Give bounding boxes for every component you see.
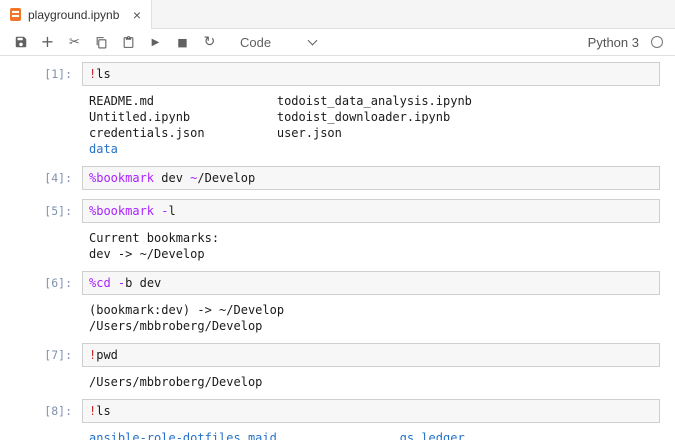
code-token: dev [154,171,190,185]
restart-kernel-button[interactable]: ↻ [197,30,222,54]
output-line: credentials.json user.json [89,125,675,141]
code-token: l [169,204,176,218]
code-token: %bookmark [89,204,154,218]
code-token [111,276,118,290]
cell-outputs: (bookmark:dev) -> ~/Develop /Users/mbbro… [0,295,675,334]
output-line: /Users/mbbroberg/Develop [89,318,675,334]
input-prompt: [5]: [0,199,82,218]
code-token: b dev [125,276,161,290]
output-line: Current bookmarks: [89,230,675,246]
copy-cells-button[interactable] [89,30,114,54]
notebook-content: [1]: !ls README.md todoist_data_analysis… [0,56,675,440]
clipboard-icon [122,36,135,49]
cell-type-value: Code [240,35,271,50]
kernel-area: Python 3 [588,35,663,50]
notebook-file-icon [10,8,21,21]
input-prompt: [8]: [0,399,82,418]
code-token: - [161,204,168,218]
code-input[interactable]: !ls [82,399,660,423]
code-token: ls [96,404,110,418]
restart-icon: ↻ [204,34,216,50]
output-line: Untitled.ipynb todoist_downloader.ipynb [89,109,675,125]
code-token: %cd [89,276,111,290]
notebook-cell: [5]: %bookmark -l Current bookmarks: dev… [0,199,675,262]
tab-bar: playground.ipynb × [0,0,675,29]
code-input[interactable]: %bookmark dev ~/Develop [82,166,660,190]
kernel-status-idle-icon [651,36,663,48]
output-line-directory: data [89,141,675,157]
tab-playground-ipynb[interactable]: playground.ipynb × [0,0,152,29]
notebook-cell: [8]: !ls ansible-role-dotfiles maid qs_l… [0,399,675,440]
notebook-cell: [1]: !ls README.md todoist_data_analysis… [0,62,675,157]
code-token: /Develop [197,171,255,185]
kernel-name[interactable]: Python 3 [588,35,639,50]
input-prompt: [1]: [0,62,82,81]
output-line: dev -> ~/Develop [89,246,675,262]
cell-outputs: Current bookmarks: dev -> ~/Develop [0,223,675,262]
code-input[interactable]: %cd -b dev [82,271,660,295]
plus-icon: + [41,32,54,51]
cell-outputs: README.md todoist_data_analysis.ipynb Un… [0,86,675,157]
copy-icon [95,36,108,49]
notebook-cell: [4]: %bookmark dev ~/Develop [0,166,675,190]
input-prompt: [4]: [0,166,82,185]
code-input[interactable]: !ls [82,62,660,86]
code-token: %bookmark [89,171,154,185]
stop-button[interactable]: ■ [170,30,195,54]
save-icon [14,35,28,49]
play-icon: ▶ [152,37,160,48]
input-prompt: [7]: [0,343,82,362]
code-input[interactable]: %bookmark -l [82,199,660,223]
cell-type-dropdown[interactable]: Code [240,35,316,50]
input-prompt: [6]: [0,271,82,290]
stop-icon: ■ [177,36,187,49]
chevron-down-icon [308,35,318,45]
cut-cells-button[interactable]: ✂ [62,30,87,54]
code-token: ls [96,67,110,81]
close-icon[interactable]: × [129,6,145,24]
run-button[interactable]: ▶ [143,30,168,54]
paste-cells-button[interactable] [116,30,141,54]
output-line-directory: ansible-role-dotfiles maid qs_ledger [89,430,675,440]
add-cell-button[interactable]: + [35,30,60,54]
notebook-cell: [6]: %cd -b dev (bookmark:dev) -> ~/Deve… [0,271,675,334]
notebook-cell: [7]: !pwd /Users/mbbroberg/Develop [0,343,675,390]
code-token: pwd [96,348,118,362]
output-line: (bookmark:dev) -> ~/Develop [89,302,675,318]
code-input[interactable]: !pwd [82,343,660,367]
save-button[interactable] [8,30,33,54]
cell-outputs: ansible-role-dotfiles maid qs_ledger [0,423,675,440]
output-line: /Users/mbbroberg/Develop [89,374,675,390]
tab-title: playground.ipynb [28,8,122,22]
scissors-icon: ✂ [69,35,80,50]
cell-outputs: /Users/mbbroberg/Develop [0,367,675,390]
output-line: README.md todoist_data_analysis.ipynb [89,93,675,109]
notebook-toolbar: + ✂ ▶ ■ ↻ Code Python 3 [0,29,675,56]
